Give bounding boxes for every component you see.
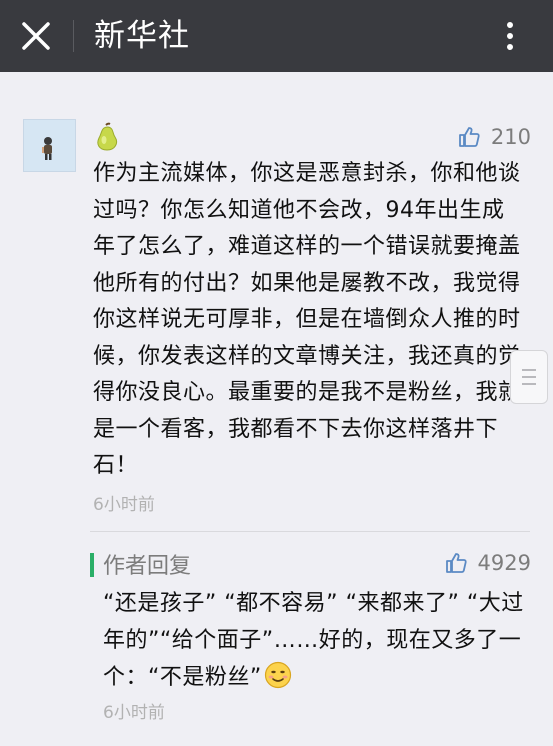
top-bar: 新华社	[0, 0, 553, 72]
smiley-emoji	[264, 661, 291, 689]
user-avatar[interactable]	[23, 119, 76, 172]
scroll-handle[interactable]	[510, 350, 548, 404]
close-icon[interactable]	[18, 18, 54, 54]
comment-like[interactable]: 210	[457, 122, 531, 152]
reply-accent-bar	[90, 553, 94, 577]
avatar-figure-icon	[42, 137, 52, 160]
comment-text: 作为主流媒体，你这是恶意封杀，你和他谈过吗？你怎么知道他不会改，94年出生成年了…	[93, 161, 521, 478]
reply-time: 6小时前	[103, 703, 165, 723]
pear-emoji	[97, 122, 118, 151]
more-vertical-icon[interactable]	[500, 18, 520, 54]
reply-like[interactable]: 4929	[444, 548, 531, 578]
reply-text: “还是孩子” “都不容易” “来都来了” “大过年的”“给个面子”……好的，现在…	[103, 585, 531, 696]
reply-divider	[90, 531, 530, 532]
menu-lines-icon	[522, 369, 536, 385]
comment-like-count: 210	[490, 125, 531, 149]
header-divider	[73, 20, 74, 52]
reply-like-count: 4929	[477, 551, 531, 575]
reply-text-content: “还是孩子” “都不容易” “来都来了” “大过年的”“给个面子”……好的，现在…	[103, 591, 524, 690]
reply-label: 作者回复	[103, 554, 192, 579]
page-title: 新华社	[94, 18, 190, 54]
thumbs-up-icon	[445, 553, 467, 573]
comment-time: 6小时前	[93, 495, 155, 515]
thumbs-up-icon	[459, 127, 480, 147]
